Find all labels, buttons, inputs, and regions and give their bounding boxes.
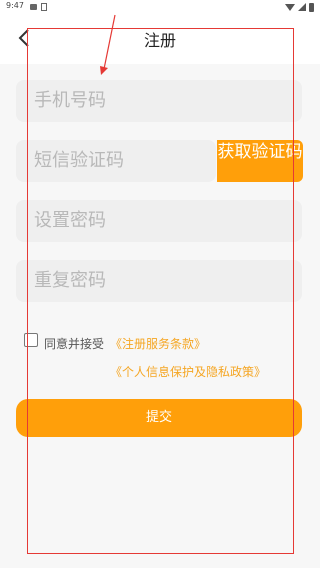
app-header: 注册 [0,14,320,64]
status-bar: 9:47 [0,0,320,14]
agree-checkbox[interactable] [24,333,38,347]
terms-link[interactable]: 《注册服务条款》 [110,335,206,352]
notification-icon [30,4,37,10]
password-input[interactable]: 设置密码 [16,200,302,242]
phone-number-input[interactable]: 手机号码 [16,80,302,122]
privacy-policy-link[interactable]: 《个人信息保护及隐私政策》 [110,363,266,380]
page-title: 注册 [143,31,176,50]
submit-button[interactable]: 提交 [16,399,302,437]
wifi-icon [285,3,295,11]
repeat-password-input[interactable]: 重复密码 [16,260,302,302]
agree-text: 同意并接受 [44,337,105,351]
image-icon [41,3,47,11]
sms-code-input[interactable]: 短信验证码 [16,140,216,182]
signal-icon [298,3,306,11]
battery-icon [309,2,314,12]
get-code-button[interactable]: 获取验证码 [217,140,303,182]
status-icons [285,2,314,12]
status-time: 9:47 [6,1,24,10]
